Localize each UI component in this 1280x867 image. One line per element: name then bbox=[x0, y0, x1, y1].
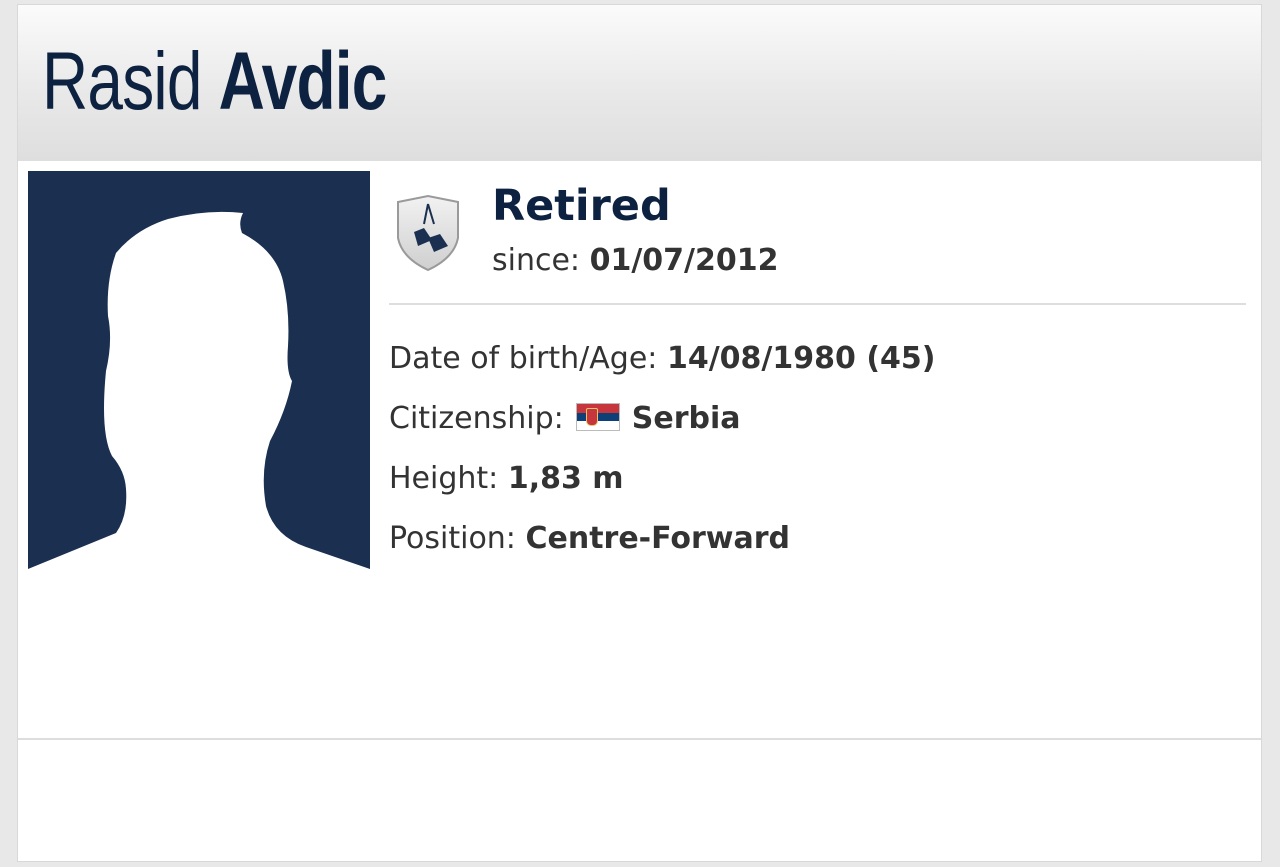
detail-row-position: Position: Centre-Forward bbox=[389, 521, 790, 556]
card-bottom-divider bbox=[18, 738, 1261, 740]
position-label: Position: bbox=[389, 521, 516, 556]
player-first-name: Rasid bbox=[42, 36, 202, 127]
position-value: Centre-Forward bbox=[525, 521, 791, 556]
player-name: Rasid Avdic bbox=[42, 41, 387, 123]
profile-header: Rasid Avdic bbox=[18, 5, 1261, 161]
dob-value: 14/08/1980 (45) bbox=[666, 341, 936, 376]
status-since: since: 01/07/2012 bbox=[492, 243, 779, 278]
status-label: Retired bbox=[492, 181, 671, 231]
since-date: 01/07/2012 bbox=[589, 243, 779, 278]
detail-row-citizenship: Citizenship: Serbia bbox=[389, 401, 740, 436]
detail-row-dob: Date of birth/Age: 14/08/1980 (45) bbox=[389, 341, 936, 376]
player-last-name: Avdic bbox=[218, 36, 388, 127]
height-label: Height: bbox=[389, 461, 499, 496]
since-label: since: bbox=[492, 243, 581, 278]
player-photo-placeholder bbox=[28, 171, 370, 577]
retired-boots-icon bbox=[397, 194, 459, 272]
citizenship-value: Serbia bbox=[631, 401, 741, 436]
detail-row-height: Height: 1,83 m bbox=[389, 461, 624, 496]
citizenship-label: Citizenship: bbox=[389, 401, 564, 436]
player-silhouette-icon bbox=[28, 211, 370, 577]
player-profile-card: Rasid Avdic Retired since: 01/07/2012 Da… bbox=[17, 4, 1262, 862]
height-value: 1,83 m bbox=[507, 461, 624, 496]
dob-label: Date of birth/Age: bbox=[389, 341, 658, 376]
section-divider bbox=[389, 303, 1246, 305]
serbia-flag-icon bbox=[575, 403, 620, 431]
